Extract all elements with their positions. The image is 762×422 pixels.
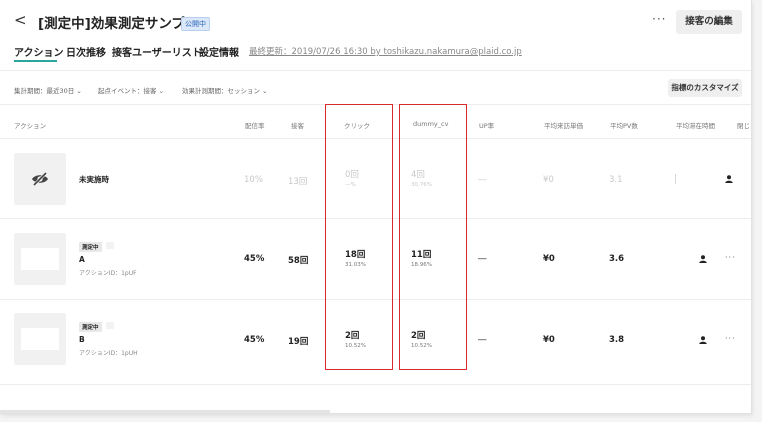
cell-served: 13回 xyxy=(288,177,308,187)
action-b-thumbnail xyxy=(14,313,66,365)
cell-up-rate: ― xyxy=(478,335,487,345)
header-action: アクション xyxy=(14,122,47,130)
tab-user-list[interactable]: 接客ユーザーリスト xyxy=(112,44,202,59)
header-delivery-rate: 配信率 xyxy=(245,122,265,130)
row-name: A xyxy=(79,255,85,264)
row-divider xyxy=(0,384,751,385)
click-column-highlight xyxy=(325,104,393,370)
measuring-badge: 測定中 xyxy=(79,322,102,332)
cell-delivery-rate: 45% xyxy=(244,335,265,345)
tab-daily-trend[interactable]: 日次推移 xyxy=(66,44,106,59)
cell-up-rate: ― xyxy=(478,254,487,264)
last-updated-link[interactable]: 最終更新：2019/07/26 16:30 by toshikazu.nakam… xyxy=(249,45,522,57)
back-chevron-icon[interactable]: < xyxy=(14,11,27,29)
user-icon[interactable] xyxy=(725,175,733,183)
row-more-icon[interactable]: ··· xyxy=(725,253,736,262)
row-name: B xyxy=(79,335,85,344)
tab-settings[interactable]: 設定情報 xyxy=(199,44,239,59)
cell-avg-pv: 3.6 xyxy=(609,254,625,264)
user-icon[interactable] xyxy=(699,255,707,263)
cell-served: 58回 xyxy=(288,256,309,266)
cell-delivery-rate: 45% xyxy=(244,254,265,264)
active-tab-indicator xyxy=(14,60,57,62)
page-title: [測定中]効果測定サンプル xyxy=(38,16,199,32)
dummy-cv-column-highlight xyxy=(399,104,467,370)
cell-up-rate: ― xyxy=(478,175,487,185)
measuring-badge: 測定中 xyxy=(79,242,102,252)
horizontal-scrollbar[interactable] xyxy=(0,410,330,413)
header-served: 接客 xyxy=(291,122,304,130)
badge-tail xyxy=(106,242,114,249)
user-icon[interactable] xyxy=(699,336,707,344)
eye-slash-icon xyxy=(32,171,48,187)
badge-tail xyxy=(106,322,114,329)
cell-avg-stay-marker xyxy=(675,174,676,184)
cell-avg-unit-price: ¥0 xyxy=(543,254,555,264)
status-badge: 公開中 xyxy=(181,17,210,31)
more-options-icon[interactable]: ··· xyxy=(652,12,666,26)
header-avg-pv: 平均PV数 xyxy=(610,122,638,130)
tab-action[interactable]: アクション xyxy=(14,44,64,59)
origin-event-filter[interactable]: 起点イベント：接客 ⌄ xyxy=(98,85,164,95)
main-panel: < [測定中]効果測定サンプル 公開中 ··· 接客の編集 アクション 日次推移… xyxy=(0,0,752,414)
control-thumbnail xyxy=(14,153,66,205)
customize-metrics-button[interactable]: 指標のカスタマイズ xyxy=(668,79,742,97)
header-avg-stay: 平均滞在時間 xyxy=(676,122,715,130)
divider xyxy=(0,70,751,71)
header-up-rate: UP率 xyxy=(479,122,495,130)
edit-campaign-button[interactable]: 接客の編集 xyxy=(676,10,742,34)
cell-delivery-rate: 10% xyxy=(244,175,263,185)
row-more-icon[interactable]: ··· xyxy=(725,334,736,343)
action-id: アクションID：1pUF xyxy=(79,270,137,277)
period-filter[interactable]: 集計期間：最近30日 ⌄ xyxy=(14,85,82,95)
action-a-thumbnail xyxy=(14,233,66,285)
cell-avg-pv: 3.1 xyxy=(609,175,623,185)
header-avg-unit-price: 平均来訪単価 xyxy=(544,122,583,130)
cell-served: 19回 xyxy=(288,337,309,347)
header-close: 閉じ xyxy=(737,122,750,130)
calc-period-filter[interactable]: 効果計測期間：セッション ⌄ xyxy=(182,85,268,95)
cell-avg-pv: 3.8 xyxy=(609,335,625,345)
row-name: 未実施時 xyxy=(79,175,109,184)
cell-avg-unit-price: ¥0 xyxy=(543,175,554,185)
action-id: アクションID：1pUH xyxy=(79,350,138,357)
cell-avg-unit-price: ¥0 xyxy=(543,335,555,345)
